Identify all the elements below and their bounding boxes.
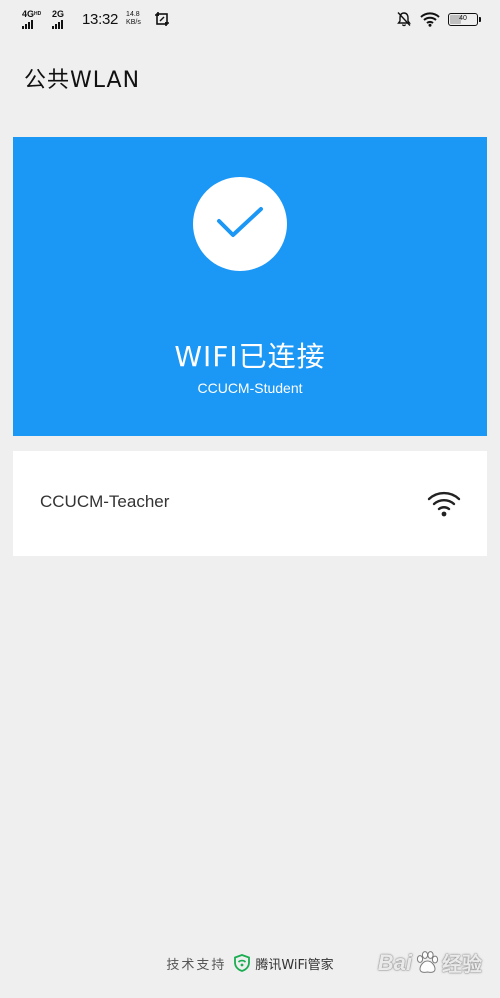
network-speed-unit: KB/s: [126, 19, 141, 26]
network-speed-value: 14.8: [126, 11, 140, 18]
signal-bars-icon: [22, 19, 33, 29]
connected-status-card: WIFI已连接 CCUCM-Student: [13, 137, 487, 436]
battery-level: 40: [459, 14, 467, 22]
network-type-label-2: 2G: [52, 8, 65, 19]
bell-off-icon: [397, 12, 411, 27]
status-bar: 4GHD 2G 13:32 14.8 KB/s 40: [0, 0, 500, 38]
network-type-label: 4G: [22, 8, 35, 19]
signal-2g: 2G: [52, 8, 76, 29]
wifi-status-icon: [420, 11, 440, 27]
network-speed: 14.8 KB/s: [126, 11, 141, 27]
signal-bars-icon: [52, 19, 63, 29]
check-circle: [193, 177, 287, 271]
hd-label: HD: [34, 10, 42, 17]
page-title: 公共WLAN: [24, 68, 141, 93]
clock: 13:32: [82, 10, 119, 28]
battery-icon: 40: [448, 12, 481, 26]
network-name: CCUCM-Teacher: [40, 492, 170, 511]
screenshot-app-icon: [154, 12, 169, 26]
network-list-item[interactable]: CCUCM-Teacher: [13, 451, 487, 556]
watermark-suffix: 经验: [442, 954, 482, 976]
brand: 腾讯WiFi管家: [234, 954, 334, 973]
connected-ssid: CCUCM-Student: [197, 380, 303, 396]
wifi-signal-icon: [427, 491, 461, 517]
status-bar-right: 40: [396, 10, 481, 28]
shield-icon: [234, 954, 251, 972]
tech-support-label: 技术支持: [166, 957, 227, 973]
status-bar-left: 4GHD 2G 13:32 14.8 KB/s: [22, 8, 169, 30]
paw-icon: [416, 950, 439, 973]
connection-status-title: WIFI已连接: [174, 340, 326, 373]
watermark-brand: Bai: [377, 949, 412, 975]
check-icon: [217, 207, 263, 237]
baidu-jingyan-watermark: Bai 经验: [378, 948, 482, 977]
signal-4g: 4GHD: [22, 8, 46, 29]
brand-name: 腾讯WiFi管家: [255, 957, 334, 973]
